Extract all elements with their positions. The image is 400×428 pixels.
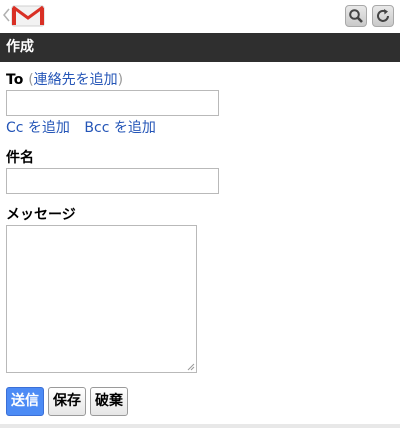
paren-close: ) bbox=[117, 72, 124, 88]
top-bar bbox=[0, 0, 400, 32]
bottom-divider bbox=[0, 424, 400, 428]
message-label: メッセージ bbox=[6, 207, 76, 223]
resize-grip-icon[interactable] bbox=[187, 363, 195, 371]
message-textarea[interactable] bbox=[6, 225, 197, 373]
add-contact-link[interactable]: 連絡先を追加 bbox=[34, 72, 118, 88]
add-bcc-link[interactable]: Bcc を追加 bbox=[84, 120, 155, 136]
to-input[interactable] bbox=[6, 90, 219, 116]
back-chevron-icon[interactable] bbox=[3, 8, 11, 22]
refresh-icon bbox=[377, 9, 389, 22]
gmail-logo-icon[interactable] bbox=[11, 4, 45, 28]
send-button[interactable]: 送信 bbox=[6, 387, 44, 416]
to-label-row: To (連絡先を追加) bbox=[6, 71, 123, 89]
subject-label: 件名 bbox=[6, 150, 34, 166]
refresh-button[interactable] bbox=[372, 5, 394, 27]
subject-input[interactable] bbox=[6, 168, 219, 194]
compose-header: 作成 bbox=[0, 33, 400, 62]
save-button[interactable]: 保存 bbox=[48, 387, 86, 416]
search-icon bbox=[349, 9, 363, 23]
to-label: To bbox=[6, 72, 24, 88]
cc-bcc-row: Cc を追加 Bcc を追加 bbox=[6, 119, 166, 137]
page-title: 作成 bbox=[6, 39, 34, 55]
discard-button[interactable]: 破棄 bbox=[90, 387, 128, 416]
add-cc-link[interactable]: Cc を追加 bbox=[6, 120, 70, 136]
search-button[interactable] bbox=[345, 5, 367, 27]
